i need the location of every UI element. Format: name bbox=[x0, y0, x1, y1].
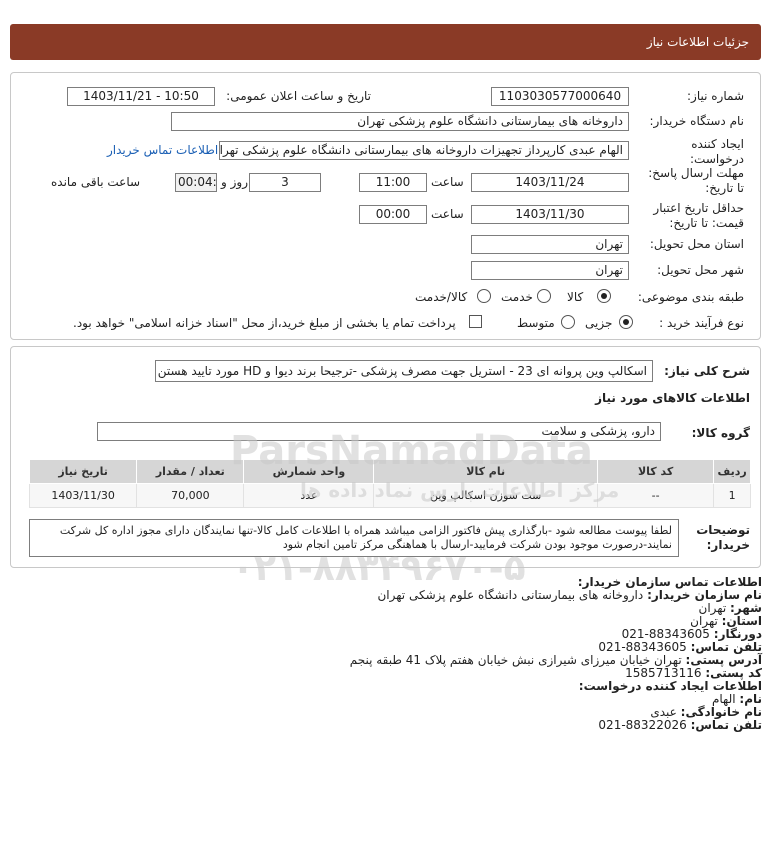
province-field: تهران bbox=[471, 235, 629, 254]
goods-info-title: اطلاعات کالاهای مورد نیاز bbox=[595, 391, 750, 405]
notes-label: توضیحات خریدار: bbox=[696, 523, 750, 552]
cell-unit: عدد bbox=[243, 483, 375, 508]
col-code: کد کالا bbox=[596, 459, 715, 484]
category-radio-service[interactable] bbox=[537, 289, 551, 303]
remaining-time-field: 00:04:35 bbox=[175, 173, 217, 192]
city-field: تهران bbox=[471, 261, 629, 280]
category-option-service: خدمت bbox=[501, 290, 533, 304]
col-unit: واحد شمارش bbox=[243, 459, 375, 484]
process-option-medium: متوسط bbox=[517, 316, 555, 330]
goods-table: ردیف کد کالا نام کالا واحد شمارش تعداد /… bbox=[28, 459, 751, 508]
creator-label: ایجاد کننده درخواست: bbox=[690, 137, 744, 166]
days-field: 3 bbox=[249, 173, 321, 192]
summary-field: اسکالپ وین پروانه ای 23 - استریل جهت مصر… bbox=[155, 360, 653, 382]
group-label: گروه کالا: bbox=[691, 426, 750, 440]
cell-qty: 70,000 bbox=[136, 483, 245, 508]
validity-time-label: ساعت bbox=[431, 207, 464, 221]
deadline-date-field: 1403/11/24 bbox=[471, 173, 629, 192]
deadline-time-label: ساعت bbox=[431, 175, 464, 189]
col-qty: تعداد / مقدار bbox=[136, 459, 245, 484]
validity-date-field: 1403/11/30 bbox=[471, 205, 629, 224]
process-radio-minor[interactable] bbox=[619, 315, 633, 329]
buyer-field: داروخانه های بیمارستانی دانشگاه علوم پزش… bbox=[171, 112, 629, 131]
goods-table-header: ردیف کد کالا نام کالا واحد شمارش تعداد /… bbox=[28, 459, 751, 484]
need-info-panel: شماره نیاز: 1103030577000640 تاریخ و ساع… bbox=[10, 72, 761, 340]
cell-index: 1 bbox=[713, 483, 751, 508]
category-label: طبقه بندی موضوعی: bbox=[637, 290, 744, 304]
table-row: 1 -- ست سوزن اسکالپ وین عدد 70,000 1403/… bbox=[28, 483, 751, 508]
province-label: استان محل تحویل: bbox=[649, 237, 744, 251]
remaining-label: ساعت باقی مانده bbox=[51, 175, 141, 189]
announce-field: 1403/11/21 - 10:50 bbox=[67, 87, 215, 106]
creator-title: اطلاعات ایجاد کننده درخواست: bbox=[578, 679, 762, 693]
summary-label: شرح کلی نیاز: bbox=[664, 364, 750, 378]
need-number-field: 1103030577000640 bbox=[491, 87, 629, 106]
city-label: شهر محل تحویل: bbox=[657, 263, 744, 277]
buyer-label: نام دستگاه خریدار: bbox=[649, 114, 745, 128]
deadline-time-field: 11:00 bbox=[359, 173, 427, 192]
need-details-panel: شرح کلی نیاز: اسکالپ وین پروانه ای 23 - … bbox=[10, 346, 761, 568]
category-radio-goods[interactable] bbox=[597, 289, 611, 303]
page-title-bar: جزئیات اطلاعات نیاز bbox=[10, 24, 761, 60]
category-option-goods-service: کالا/خدمت bbox=[415, 290, 468, 304]
creator-phone: تلفن تماس: 021-88322026 bbox=[598, 718, 762, 732]
category-radio-goods-service[interactable] bbox=[477, 289, 491, 303]
treasury-note: پرداخت تمام یا بخشی از مبلغ خرید،از محل … bbox=[73, 316, 456, 330]
deadline-label: مهلت ارسال پاسخ: تا تاریخ: bbox=[648, 166, 744, 195]
col-name: نام کالا bbox=[373, 459, 598, 484]
need-number-label: شماره نیاز: bbox=[687, 89, 744, 103]
buyer-contact-link[interactable]: اطلاعات تماس خریدار bbox=[107, 143, 218, 157]
announce-label: تاریخ و ساعت اعلان عمومی: bbox=[226, 89, 371, 103]
notes-field: لطفا پیوست مطالعه شود -بارگذاری پیش فاکت… bbox=[29, 519, 679, 557]
validity-label: حداقل تاریخ اعتبار قیمت: تا تاریخ: bbox=[653, 201, 744, 230]
cell-code: -- bbox=[596, 483, 715, 508]
group-field: دارو، پزشکی و سلامت bbox=[97, 422, 661, 441]
cell-name: ست سوزن اسکالپ وین bbox=[373, 483, 598, 508]
process-option-minor: جزیی bbox=[585, 316, 613, 330]
process-radio-medium[interactable] bbox=[561, 315, 575, 329]
contact-org: نام سازمان خریدار: داروخانه های بیمارستا… bbox=[377, 588, 762, 602]
creator-field: الهام عبدی کارپرداز تجهیزات داروخانه های… bbox=[219, 141, 629, 160]
col-date: تاریخ نیاز bbox=[28, 459, 138, 484]
days-label: روز و bbox=[221, 175, 248, 189]
cell-date: 1403/11/30 bbox=[28, 483, 138, 508]
category-option-goods: کالا bbox=[567, 290, 584, 304]
contact-city: شهر: تهران bbox=[698, 601, 762, 615]
page-title: جزئیات اطلاعات نیاز bbox=[646, 35, 749, 49]
col-index: ردیف bbox=[713, 459, 751, 484]
treasury-checkbox[interactable] bbox=[469, 315, 482, 328]
validity-time-field: 00:00 bbox=[359, 205, 427, 224]
process-label: نوع فرآیند خرید : bbox=[659, 316, 744, 330]
contact-section: اطلاعات تماس سازمان خریدار: نام سازمان خ… bbox=[22, 576, 762, 732]
